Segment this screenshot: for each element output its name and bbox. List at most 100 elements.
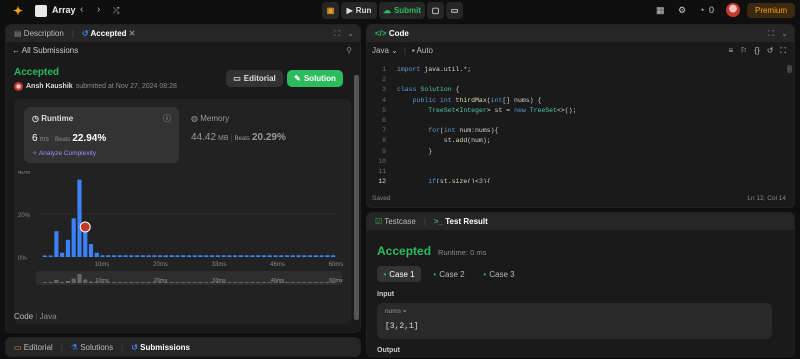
overview-bar	[135, 282, 140, 283]
notes-button[interactable]: ▢	[427, 2, 444, 19]
tab-solutions[interactable]: ⚗ Solutions	[71, 343, 113, 352]
memory-beats-label: Beats	[234, 136, 250, 142]
format-icon[interactable]: ≡	[729, 46, 734, 56]
code-text: TreeSet<Integer> st = new TreeSet<>();	[428, 106, 577, 114]
line-number: 2	[382, 76, 386, 84]
x-tick-label: 33ms	[212, 262, 227, 268]
problem-list-title[interactable]: Array	[52, 5, 76, 15]
line-number: 11	[378, 168, 386, 175]
code-line[interactable]: 5 TreeSet<Integer> st = new TreeSet<>();	[367, 106, 727, 116]
back-link[interactable]: ← All Submissions	[12, 46, 78, 55]
analyze-complexity-link[interactable]: ✧ Analyze Complexity	[32, 149, 96, 157]
tab-description[interactable]: ▤ Description	[14, 29, 64, 38]
edit-icon: ✎	[294, 74, 301, 83]
shuffle-icon[interactable]: ⤮	[113, 6, 119, 16]
comment-button[interactable]: ▭	[446, 2, 463, 19]
case-2-tab[interactable]: • Case 2	[427, 266, 471, 282]
submit-button[interactable]: ☁ Submit	[379, 2, 425, 19]
memory-card[interactable]: ◍ Memory	[191, 114, 229, 123]
memory-label: Memory	[200, 114, 230, 123]
code-line[interactable]: 10	[367, 157, 727, 167]
code-line[interactable]: 12 if(st.size()<3){	[367, 177, 727, 183]
premium-button[interactable]: Premium	[747, 3, 795, 18]
author-avatar	[14, 82, 23, 91]
overview-bar	[302, 282, 307, 283]
language-select[interactable]: Java ⌄	[372, 46, 398, 55]
runtime-distribution-chart[interactable]: 40% 20% 0% 10ms 20ms 33ms 46ms 60ms 10ms 20ms 33ms…	[14, 171, 351, 321]
link-icon[interactable]: ⚲	[346, 46, 352, 55]
case-3-tab[interactable]: • Case 3	[477, 266, 521, 282]
tab-accepted[interactable]: ↺ Accepted ✕	[82, 29, 136, 38]
fullscreen-icon[interactable]: ⛶	[780, 46, 786, 56]
bar	[54, 231, 59, 257]
var-value[interactable]: [3,2,1]	[385, 322, 419, 331]
code-line[interactable]: 1 import java.util.*;	[367, 65, 727, 75]
code-editor[interactable]: 1 import java.util.*; 2 3 class Solution {4 …	[367, 65, 787, 183]
overview-bar	[175, 282, 180, 283]
reset-icon[interactable]: ↺	[767, 46, 774, 56]
memory-unit: MB	[218, 135, 229, 142]
braces-icon[interactable]: {}	[754, 46, 759, 56]
leetcode-logo[interactable]: ✦	[13, 4, 25, 18]
runtime-value: 6	[32, 133, 38, 144]
line-number: 8	[382, 137, 386, 145]
bottom-tab-bar: ▭ Editorial | ⚗ Solutions | ↺ Submission…	[5, 337, 361, 357]
editorial-button[interactable]: ▭ Editorial	[226, 70, 283, 87]
bookmark-icon[interactable]: ⚐	[740, 46, 747, 56]
maximize-icon[interactable]: ⛶	[768, 29, 774, 39]
overview-bar	[71, 278, 76, 283]
editor-scrollbar[interactable]	[787, 65, 792, 73]
bar	[140, 255, 145, 257]
bar	[313, 255, 318, 257]
overview-bar	[198, 282, 203, 283]
arrow-left-icon: ←	[12, 46, 20, 55]
tab-submissions[interactable]: ↺ Submissions	[131, 343, 190, 352]
auto-mode-toggle[interactable]: ▪ Auto	[412, 46, 433, 55]
streak-icon[interactable]: ◔	[699, 5, 704, 15]
code-line[interactable]: 8 st.add(num);	[367, 136, 727, 146]
code-line[interactable]: 2	[367, 75, 727, 85]
code-line[interactable]: 4 public int thirdMax(int[] nums) {	[367, 96, 727, 106]
settings-icon[interactable]: ⚙	[678, 5, 686, 16]
code-header: </> Code ⛶ ⌄	[367, 25, 794, 42]
next-problem-icon[interactable]: ›	[97, 4, 100, 15]
overview-bar	[88, 281, 94, 283]
runtime-unit: ms	[39, 136, 49, 143]
lock-icon: ▪	[411, 46, 415, 55]
overview-tick-label: 20ms	[154, 278, 168, 284]
avatar[interactable]	[726, 3, 740, 17]
case-1-tab[interactable]: • Case 1	[377, 266, 421, 282]
author-name[interactable]: Ansh Kaushik	[26, 83, 73, 90]
code-text: for(int num:nums){	[428, 127, 499, 135]
solution-button[interactable]: ✎ Solution	[287, 70, 343, 87]
layout-icon[interactable]: ▦	[656, 5, 665, 16]
bug-icon: ▣	[326, 6, 335, 15]
bar	[273, 255, 278, 257]
maximize-icon[interactable]: ⛶	[334, 29, 340, 39]
info-icon[interactable]: ⓘ	[163, 113, 171, 124]
problem-list-icon[interactable]	[35, 5, 47, 17]
code-line[interactable]: 7 for(int num:nums){	[367, 126, 727, 136]
tab-testcase[interactable]: ☑ Testcase	[375, 217, 416, 226]
history-icon: ↺	[131, 342, 138, 352]
code-line[interactable]: 11	[367, 167, 727, 177]
collapse-icon[interactable]: ⌄	[781, 29, 788, 38]
code-line[interactable]: 9 }	[367, 147, 727, 157]
overview-bar	[140, 282, 145, 283]
bar	[215, 255, 220, 257]
tab-editorial[interactable]: ▭ Editorial	[14, 343, 53, 352]
line-number: 5	[382, 106, 386, 114]
run-button[interactable]: ▶ Run	[341, 2, 377, 19]
debug-button[interactable]: ▣	[322, 2, 339, 19]
runtime-card[interactable]: ◷ Runtime ⓘ 6 ms | Beats 22.94% ✧ Analyz…	[24, 107, 179, 163]
overview-bar	[54, 280, 59, 283]
code-line[interactable]: 3 class Solution {	[367, 85, 727, 95]
left-scrollbar[interactable]	[354, 75, 359, 320]
close-tab-icon[interactable]: ✕	[129, 29, 136, 38]
prev-problem-icon[interactable]: ‹	[80, 4, 83, 15]
bar	[296, 255, 301, 257]
collapse-icon[interactable]: ⌄	[347, 29, 354, 38]
overview-bar	[83, 279, 88, 283]
tab-test-result[interactable]: >_ Test Result	[434, 217, 488, 226]
code-line[interactable]: 6	[367, 116, 727, 126]
